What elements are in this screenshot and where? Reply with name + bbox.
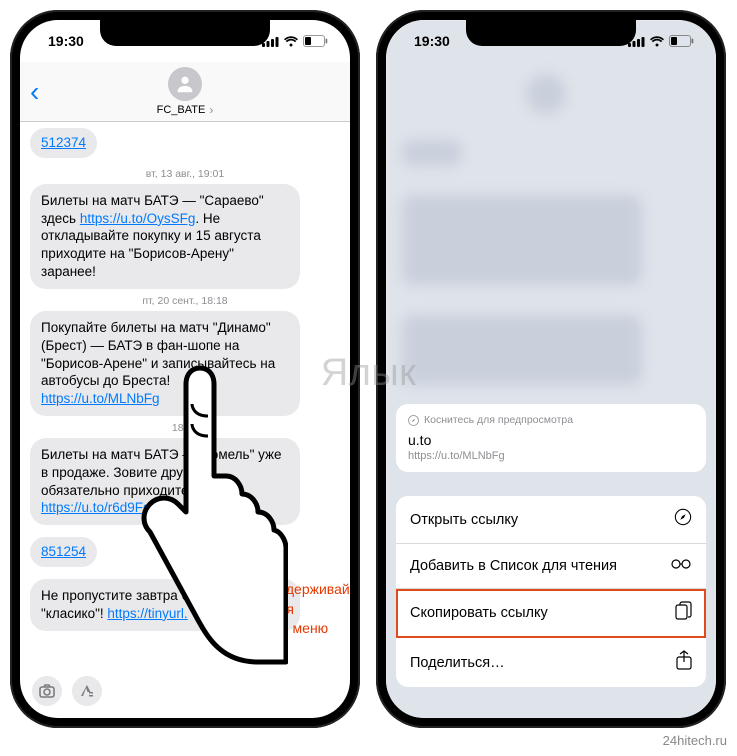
battery-icon <box>303 35 328 47</box>
share-icon <box>676 650 692 675</box>
apps-icon[interactable] <box>72 676 102 706</box>
menu-share[interactable]: Поделиться… <box>396 638 706 687</box>
message-bubble[interactable]: 851254 <box>30 537 97 567</box>
glasses-icon <box>670 556 692 576</box>
menu-label: Добавить в Список для чтения <box>410 557 617 575</box>
avatar <box>168 67 202 101</box>
preview-title: u.to <box>408 432 694 448</box>
back-button[interactable]: ‹ <box>30 78 39 106</box>
menu-add-reading-list[interactable]: Добавить в Список для чтения <box>396 544 706 589</box>
menu-open-link[interactable]: Открыть ссылку <box>396 496 706 544</box>
composer <box>20 672 350 710</box>
link[interactable]: 512374 <box>41 135 86 150</box>
screen-right: 19:30 Коснитесь для предпросмотра u.to h… <box>386 20 716 718</box>
link[interactable]: https://u.to/OysSFg <box>80 211 196 226</box>
menu-label: Открыть ссылку <box>410 512 518 528</box>
menu-label: Поделиться… <box>410 655 505 671</box>
compass-icon <box>674 508 692 531</box>
timestamp: пт, 20 сент., 18:18 <box>30 295 340 307</box>
credit-text: 24hitech.ru <box>663 733 727 748</box>
status-icons <box>262 35 328 47</box>
menu-label: Скопировать ссылку <box>410 605 548 621</box>
screen-left: 19:30 ‹ FC_BATE 512374 <box>20 20 350 718</box>
contact-info[interactable]: FC_BATE <box>157 67 214 117</box>
notch <box>100 20 270 46</box>
header: ‹ FC_BATE <box>20 62 350 122</box>
preview-url: https://u.to/MLNbFg <box>408 450 694 462</box>
menu-copy-link[interactable]: Скопировать ссылку <box>396 589 706 638</box>
link-preview-card[interactable]: Коснитесь для предпросмотра u.to https:/… <box>396 404 706 472</box>
safari-icon <box>408 415 419 426</box>
context-menu: Открыть ссылку Добавить в Список для чте… <box>396 496 706 687</box>
contact-name: FC_BATE <box>157 103 214 117</box>
status-time: 19:30 <box>48 33 84 49</box>
finger-icon <box>128 362 288 672</box>
camera-icon[interactable] <box>32 676 62 706</box>
status-icons <box>628 35 694 47</box>
phone-right: 19:30 Коснитесь для предпросмотра u.to h… <box>376 10 726 728</box>
message-bubble[interactable]: 512374 <box>30 128 97 158</box>
timestamp: вт, 13 авг., 19:01 <box>30 168 340 180</box>
status-time: 19:30 <box>414 33 450 49</box>
notch <box>466 20 636 46</box>
battery-icon <box>669 35 694 47</box>
wifi-icon <box>283 36 299 47</box>
copy-icon <box>675 601 692 625</box>
link[interactable]: 851254 <box>41 544 86 559</box>
wifi-icon <box>649 36 665 47</box>
phone-left: 19:30 ‹ FC_BATE 512374 <box>10 10 360 728</box>
message-bubble[interactable]: Билеты на матч БАТЭ — "Сараево" здесь ht… <box>30 184 300 289</box>
preview-hint: Коснитесь для предпросмотра <box>408 414 694 426</box>
